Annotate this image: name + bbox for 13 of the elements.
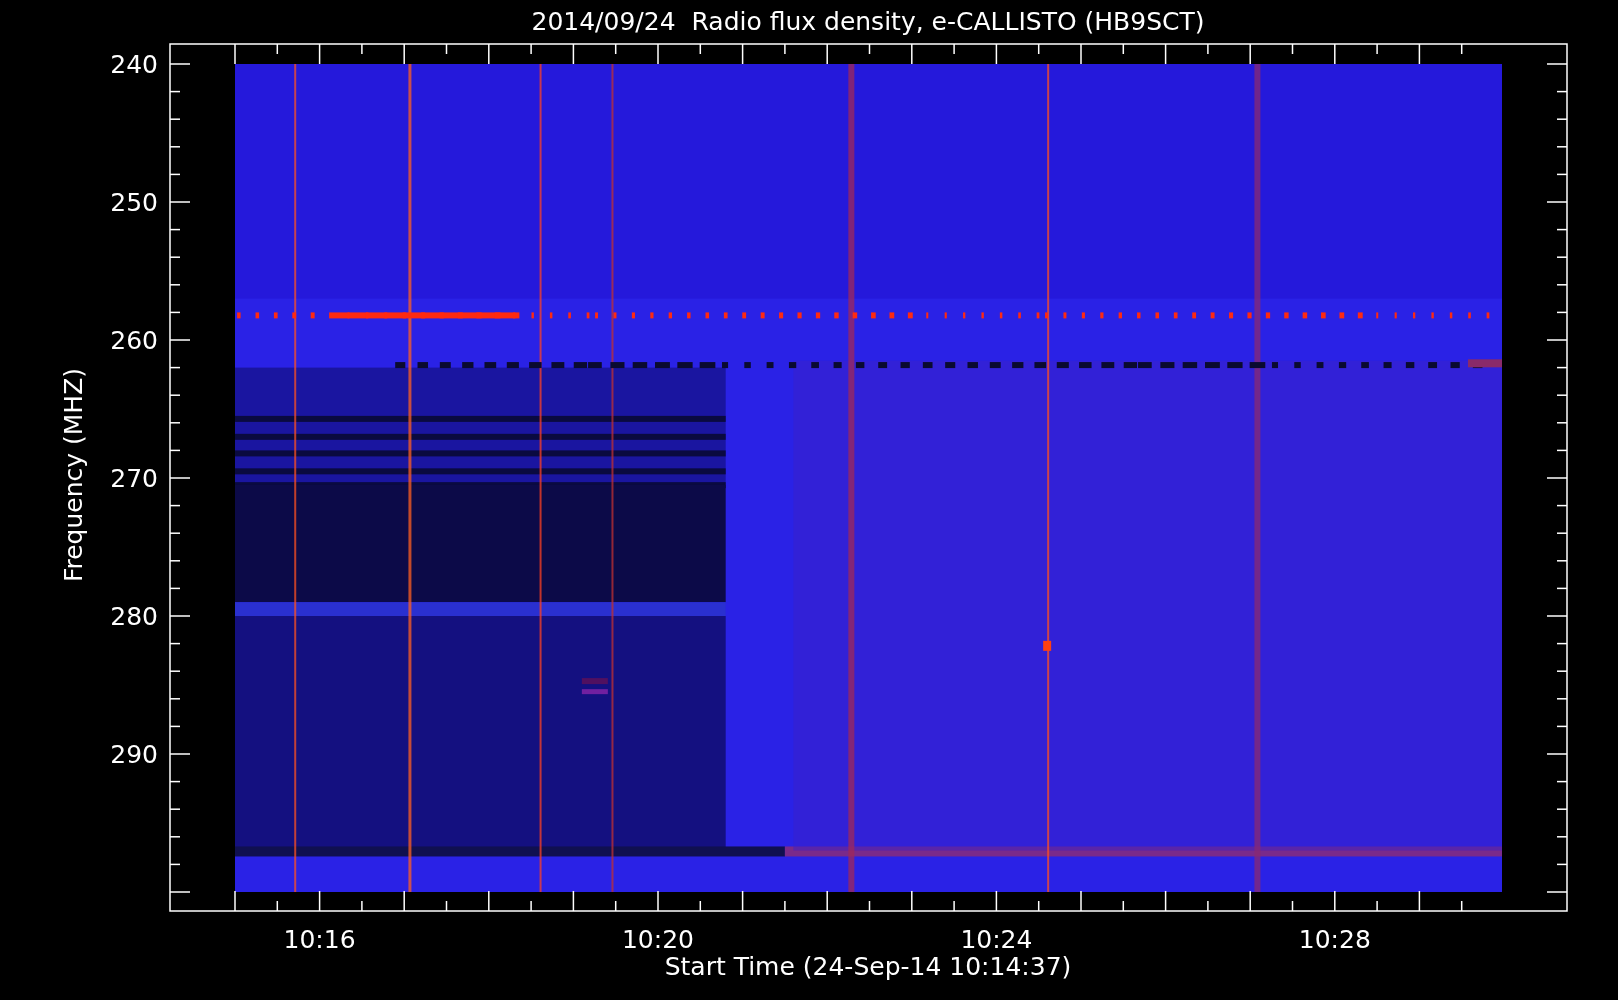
axis-tick-label: 250	[110, 188, 158, 217]
axis-tick-label: 10:24	[960, 925, 1033, 954]
axis-tick-label: 280	[110, 602, 158, 631]
axis-tick-label: 260	[110, 326, 158, 355]
axis-tick-label: 10:16	[283, 925, 356, 954]
axis-tick-label: 10:20	[622, 925, 694, 954]
axis-tick-label: 270	[110, 464, 158, 493]
axis-tick-label: 10:28	[1298, 925, 1371, 954]
axis-tick-label: 290	[110, 740, 158, 769]
axis-title: Start Time (24-Sep-14 10:14:37)	[664, 952, 1072, 981]
axis-tick-label: 240	[110, 50, 158, 79]
axis-title: Frequency (MHZ)	[59, 367, 88, 583]
chart-title: 2014/09/24 Radio flux density, e-CALLISTO (HB9SCT)	[531, 7, 1205, 36]
